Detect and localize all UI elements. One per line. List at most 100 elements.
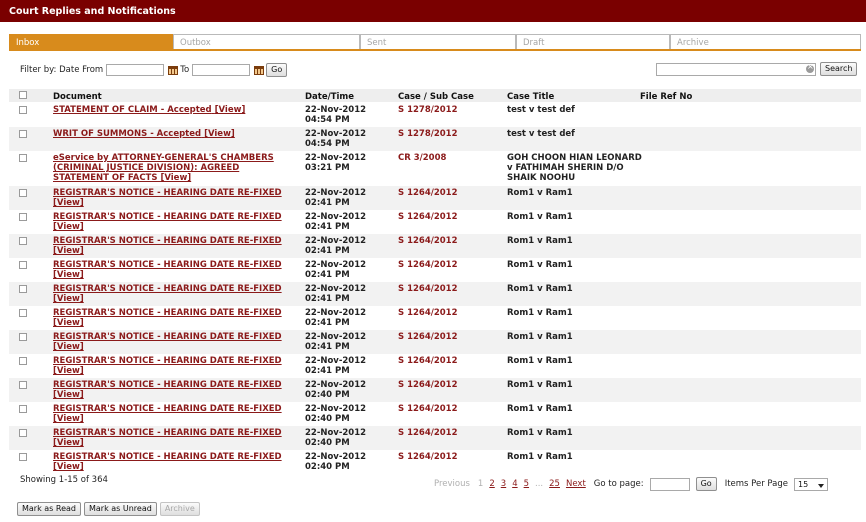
document-link[interactable]: REGISTRAR'S NOTICE - HEARING DATE RE-FIX… <box>53 188 283 208</box>
view-link[interactable]: [View] <box>53 294 84 304</box>
row-checkbox[interactable] <box>19 405 27 413</box>
table-row[interactable]: STATEMENT OF CLAIM - Accepted [View] 22-N… <box>9 103 861 127</box>
select-all-checkbox[interactable] <box>19 91 27 99</box>
row-case-number[interactable]: S 1264/2012 <box>398 380 458 390</box>
document-link[interactable]: STATEMENT OF CLAIM - Accepted [View] <box>53 105 283 115</box>
row-case-number[interactable]: S 1264/2012 <box>398 212 458 222</box>
table-row[interactable]: REGISTRAR'S NOTICE - HEARING DATE RE-FIX… <box>9 258 861 282</box>
tab-sent[interactable]: Sent <box>360 34 516 50</box>
document-link[interactable]: REGISTRAR'S NOTICE - HEARING DATE RE-FIX… <box>53 404 283 424</box>
row-checkbox[interactable] <box>19 429 27 437</box>
document-name[interactable]: REGISTRAR'S NOTICE - HEARING DATE RE-FIX… <box>53 188 282 198</box>
document-name[interactable]: WRIT OF SUMMONS - Accepted <box>53 129 201 139</box>
mark-unread-button[interactable]: Mark as Unread <box>83 502 157 516</box>
document-name[interactable]: REGISTRAR'S NOTICE - HEARING DATE RE-FIX… <box>53 236 282 246</box>
document-link[interactable]: WRIT OF SUMMONS - Accepted [View] <box>53 129 283 139</box>
previous-link[interactable]: Previous <box>434 479 470 489</box>
table-row[interactable]: REGISTRAR'S NOTICE - HEARING DATE RE-FIX… <box>9 378 861 402</box>
row-case-number[interactable]: S 1278/2012 <box>398 105 458 115</box>
row-case-number[interactable]: S 1264/2012 <box>398 284 458 294</box>
document-link[interactable]: eService by ATTORNEY-GENERAL'S CHAMBERS … <box>53 153 283 183</box>
row-checkbox[interactable] <box>19 333 27 341</box>
row-checkbox[interactable] <box>19 453 27 461</box>
table-row[interactable]: REGISTRAR'S NOTICE - HEARING DATE RE-FIX… <box>9 426 861 450</box>
goto-page-input[interactable] <box>649 477 690 491</box>
tab-outbox[interactable]: Outbox <box>173 34 360 50</box>
archive-button[interactable]: Archive <box>159 502 200 516</box>
row-checkbox[interactable] <box>19 381 27 389</box>
table-row[interactable]: WRIT OF SUMMONS - Accepted [View] 22-Nov-… <box>9 127 861 151</box>
filter-go-button[interactable]: Go <box>266 63 288 77</box>
tab-draft[interactable]: Draft <box>516 34 670 50</box>
document-link[interactable]: REGISTRAR'S NOTICE - HEARING DATE RE-FIX… <box>53 428 283 448</box>
document-link[interactable]: REGISTRAR'S NOTICE - HEARING DATE RE-FIX… <box>53 308 283 328</box>
row-case-number[interactable]: S 1264/2012 <box>398 236 458 246</box>
row-case-number[interactable]: S 1264/2012 <box>398 308 458 318</box>
document-link[interactable]: REGISTRAR'S NOTICE - HEARING DATE RE-FIX… <box>53 332 283 352</box>
page-link-4[interactable]: 4 <box>512 479 517 489</box>
row-case-number[interactable]: S 1264/2012 <box>398 260 458 270</box>
page-link-last[interactable]: 25 <box>549 479 560 489</box>
view-link[interactable]: [View] <box>53 270 84 280</box>
table-row[interactable]: eService by ATTORNEY-GENERAL'S CHAMBERS … <box>9 151 861 186</box>
table-row[interactable]: REGISTRAR'S NOTICE - HEARING DATE RE-FIX… <box>9 402 861 426</box>
row-case-number[interactable]: S 1264/2012 <box>398 404 458 414</box>
row-case-number[interactable]: S 1264/2012 <box>398 332 458 342</box>
row-checkbox[interactable] <box>19 309 27 317</box>
tab-inbox[interactable]: Inbox <box>9 34 173 50</box>
view-link[interactable]: [View] <box>53 462 84 472</box>
date-to-input[interactable] <box>192 64 251 76</box>
document-name[interactable]: REGISTRAR'S NOTICE - HEARING DATE RE-FIX… <box>53 428 282 438</box>
view-link[interactable]: [View] <box>53 390 84 400</box>
document-name[interactable]: REGISTRAR'S NOTICE - HEARING DATE RE-FIX… <box>53 308 282 318</box>
view-link[interactable]: [View] <box>160 173 191 183</box>
view-link[interactable]: [View] <box>53 414 84 424</box>
row-case-number[interactable]: S 1264/2012 <box>398 188 458 198</box>
row-checkbox[interactable] <box>19 213 27 221</box>
row-case-number[interactable]: CR 3/2008 <box>398 153 446 163</box>
document-link[interactable]: REGISTRAR'S NOTICE - HEARING DATE RE-FIX… <box>53 284 283 304</box>
search-input[interactable] <box>656 62 816 76</box>
page-link-3[interactable]: 3 <box>501 479 506 489</box>
clear-search-icon[interactable] <box>806 62 814 73</box>
document-name[interactable]: REGISTRAR'S NOTICE - HEARING DATE RE-FIX… <box>53 332 282 342</box>
view-link[interactable]: [View] <box>53 366 84 376</box>
document-link[interactable]: REGISTRAR'S NOTICE - HEARING DATE RE-FIX… <box>53 260 283 280</box>
row-checkbox[interactable] <box>19 285 27 293</box>
document-name[interactable]: REGISTRAR'S NOTICE - HEARING DATE RE-FIX… <box>53 260 282 270</box>
row-case-number[interactable]: S 1264/2012 <box>398 356 458 366</box>
tab-archive[interactable]: Archive <box>670 34 861 50</box>
document-name[interactable]: REGISTRAR'S NOTICE - HEARING DATE RE-FIX… <box>53 356 282 366</box>
row-checkbox[interactable] <box>19 189 27 197</box>
mark-read-button[interactable]: Mark as Read <box>17 502 81 516</box>
document-name[interactable]: REGISTRAR'S NOTICE - HEARING DATE RE-FIX… <box>53 284 282 294</box>
table-row[interactable]: REGISTRAR'S NOTICE - HEARING DATE RE-FIX… <box>9 186 861 210</box>
view-link[interactable]: [View] <box>53 246 84 256</box>
view-link[interactable]: [View] <box>53 222 84 232</box>
document-link[interactable]: REGISTRAR'S NOTICE - HEARING DATE RE-FIX… <box>53 452 283 472</box>
page-link-5[interactable]: 5 <box>524 479 529 489</box>
next-link[interactable]: Next <box>566 479 586 489</box>
view-link[interactable]: [View] <box>215 105 246 115</box>
row-case-number[interactable]: S 1264/2012 <box>398 428 458 438</box>
view-link[interactable]: [View] <box>53 438 84 448</box>
goto-go-button[interactable]: Go <box>695 477 717 491</box>
row-checkbox[interactable] <box>19 357 27 365</box>
view-link[interactable]: [View] <box>204 129 235 139</box>
document-name[interactable]: REGISTRAR'S NOTICE - HEARING DATE RE-FIX… <box>53 380 282 390</box>
row-checkbox[interactable] <box>19 154 27 162</box>
table-row[interactable]: REGISTRAR'S NOTICE - HEARING DATE RE-FIX… <box>9 354 861 378</box>
document-name[interactable]: REGISTRAR'S NOTICE - HEARING DATE RE-FIX… <box>53 404 282 414</box>
search-button[interactable]: Search <box>820 62 858 76</box>
view-link[interactable]: [View] <box>53 318 84 328</box>
document-name[interactable]: REGISTRAR'S NOTICE - HEARING DATE RE-FIX… <box>53 452 282 462</box>
table-row[interactable]: REGISTRAR'S NOTICE - HEARING DATE RE-FIX… <box>9 306 861 330</box>
table-row[interactable]: REGISTRAR'S NOTICE - HEARING DATE RE-FIX… <box>9 450 861 472</box>
table-row[interactable]: REGISTRAR'S NOTICE - HEARING DATE RE-FIX… <box>9 234 861 258</box>
row-checkbox[interactable] <box>19 261 27 269</box>
document-link[interactable]: REGISTRAR'S NOTICE - HEARING DATE RE-FIX… <box>53 212 283 232</box>
document-link[interactable]: REGISTRAR'S NOTICE - HEARING DATE RE-FIX… <box>53 356 283 376</box>
row-case-number[interactable]: S 1264/2012 <box>398 452 458 462</box>
row-checkbox[interactable] <box>19 106 27 114</box>
calendar-from-icon[interactable] <box>168 65 179 75</box>
